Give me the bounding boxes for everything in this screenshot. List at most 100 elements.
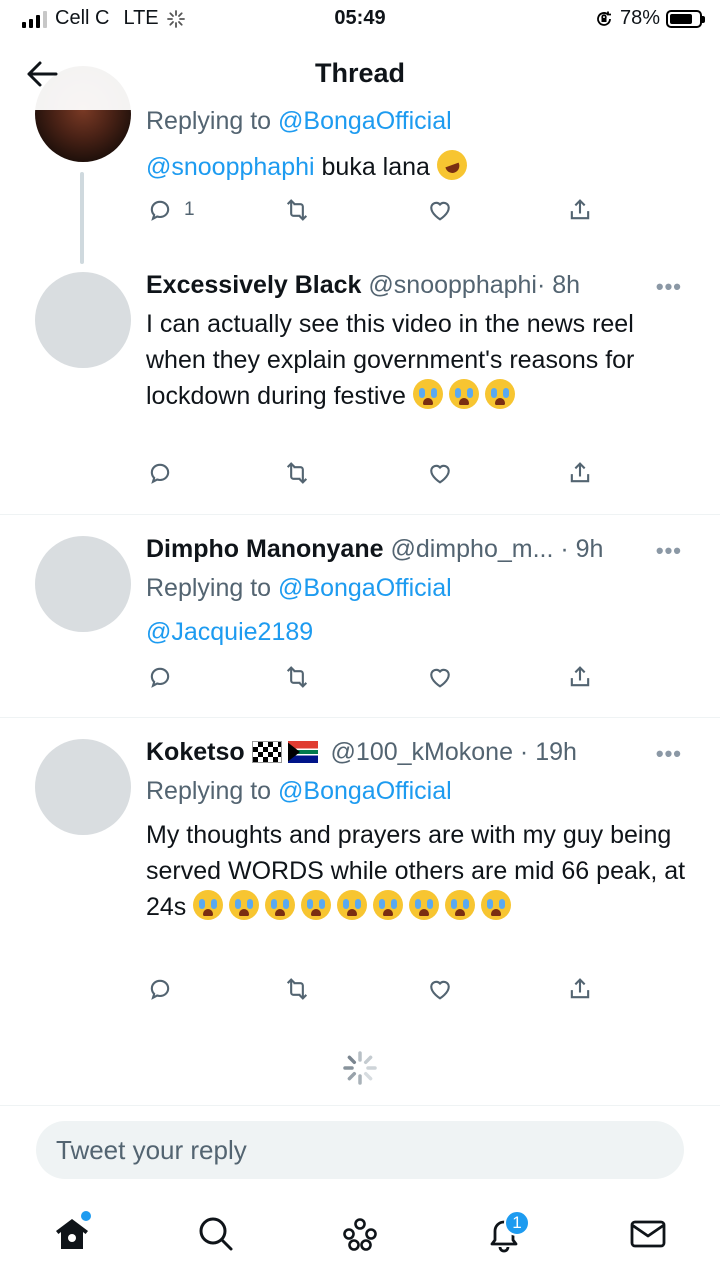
display-name[interactable]: Koketso [146, 738, 245, 766]
page-title: Thread [314, 58, 406, 88]
share-button[interactable] [566, 196, 594, 224]
share-button[interactable] [566, 663, 594, 691]
reply-button[interactable]: 1 [146, 196, 195, 224]
heart-icon [430, 980, 450, 1000]
share-icon [570, 666, 590, 687]
tweet-actions [146, 459, 626, 493]
timestamp: · 9h [553, 535, 604, 563]
display-name[interactable]: Excessively Black [146, 271, 361, 299]
more-options-icon[interactable]: ••• [656, 741, 682, 767]
thread-header: Thread [0, 40, 720, 110]
crying-emoji [193, 890, 224, 920]
replying-to-link[interactable]: @BongaOfficial [278, 107, 452, 135]
chequered-flag-emoji [251, 741, 282, 763]
handle[interactable]: @dimpho_m... [390, 535, 553, 563]
retweet-button[interactable] [282, 663, 312, 691]
crying-emoji [229, 890, 260, 920]
reply-count: 1 [184, 199, 195, 220]
bottom-nav: 1 [0, 1190, 720, 1280]
like-button[interactable] [426, 459, 454, 487]
retweet-icon [286, 978, 308, 1000]
crying-emoji [373, 890, 404, 920]
tweet-text: @Jacquie2189 [146, 614, 686, 650]
tweet-actions [146, 975, 626, 1009]
mention-link[interactable]: @snoopphaphi [146, 153, 315, 181]
tweet-2[interactable]: Excessively Black @snoopphaphi· 8h I can… [0, 262, 720, 514]
retweet-button[interactable] [282, 975, 312, 1003]
like-button[interactable] [426, 196, 454, 224]
share-icon [570, 462, 590, 483]
retweet-icon [286, 462, 308, 484]
avatar[interactable] [35, 739, 131, 835]
tweet-actions [146, 663, 626, 697]
tweet-text: @snoopphaphi buka lana [146, 145, 686, 185]
share-button[interactable] [566, 975, 594, 1003]
crying-emoji [337, 890, 368, 920]
replying-to-link[interactable]: @BongaOfficial [278, 574, 452, 602]
retweet-icon [286, 666, 308, 688]
reply-icon [150, 200, 170, 221]
heart-icon [430, 668, 450, 688]
replying-to-text: Replying to @BongaOfficial [146, 574, 452, 602]
tweet-3[interactable]: Dimpho Manonyane @dimpho_m... · 9h Reply… [0, 515, 720, 717]
handle[interactable]: @100_kMokone [331, 738, 513, 766]
avatar[interactable] [35, 272, 131, 368]
heart-icon [430, 464, 450, 484]
mention-link[interactable]: @Jacquie2189 [146, 618, 313, 646]
tweet-text: I can actually see this video in the new… [146, 310, 635, 410]
spaces-icon [343, 1218, 377, 1251]
tweet-4[interactable]: Koketso @100_kMokone · 19h Replying to @… [0, 718, 720, 1018]
retweet-button[interactable] [282, 459, 312, 487]
crying-emoji [484, 379, 515, 409]
like-button[interactable] [426, 975, 454, 1003]
tweet-actions: 1 [146, 196, 626, 230]
search-icon [199, 1217, 233, 1251]
crying-emoji [448, 379, 479, 409]
nav-messages[interactable] [618, 1204, 678, 1264]
thread-feed[interactable]: Replying to @BongaOfficial @snoopphaphi … [0, 0, 720, 1110]
nav-notifications[interactable]: 1 [474, 1204, 534, 1264]
tweet-text: My thoughts and prayers are with my guy … [146, 821, 686, 921]
messages-icon [630, 1220, 666, 1248]
more-options-icon[interactable]: ••• [656, 274, 682, 300]
rotation-lock-icon [597, 11, 611, 26]
reply-icon [150, 979, 170, 1000]
share-button[interactable] [566, 459, 594, 487]
reply-button[interactable] [146, 459, 174, 487]
display-name[interactable]: Dimpho Manonyane [146, 535, 384, 563]
crying-emoji [445, 890, 476, 920]
tweet-meta: Dimpho Manonyane @dimpho_m... · 9h [146, 532, 686, 566]
handle[interactable]: @snoopphaphi [368, 271, 537, 299]
reply-button[interactable] [146, 663, 174, 691]
reply-button[interactable] [146, 975, 174, 1003]
nav-spaces[interactable] [330, 1204, 390, 1264]
more-options-icon[interactable]: ••• [656, 538, 682, 564]
tweet-reply-input[interactable] [56, 1134, 684, 1166]
battery-percent: 78% [619, 7, 660, 29]
battery-icon [666, 9, 705, 28]
timestamp: · 8h [537, 271, 581, 299]
heart-icon [430, 201, 450, 221]
crying-emoji [481, 890, 512, 920]
like-button[interactable] [426, 663, 454, 691]
avatar[interactable] [35, 536, 131, 632]
tweet-meta: Koketso @100_kMokone · 19h [146, 735, 686, 769]
nav-home[interactable] [42, 1204, 102, 1264]
reply-composer[interactable] [36, 1121, 684, 1179]
thread-connector-line [80, 172, 84, 264]
crying-emoji [265, 890, 296, 920]
south-africa-flag-emoji [287, 741, 318, 763]
crying-emoji [409, 890, 440, 920]
retweet-button[interactable] [282, 196, 312, 224]
notifications-badge: 1 [504, 1210, 530, 1236]
replying-to-text: Replying to @BongaOfficial [146, 777, 452, 805]
reply-icon [150, 667, 170, 688]
replying-to-link[interactable]: @BongaOfficial [278, 777, 452, 805]
laughing-emoji [432, 145, 472, 185]
share-icon [570, 978, 590, 999]
share-icon [570, 199, 590, 220]
crying-emoji [301, 890, 332, 920]
nav-search[interactable] [186, 1204, 246, 1264]
loading-spinner-icon [343, 1051, 377, 1085]
reply-bar-divider [0, 1105, 720, 1106]
